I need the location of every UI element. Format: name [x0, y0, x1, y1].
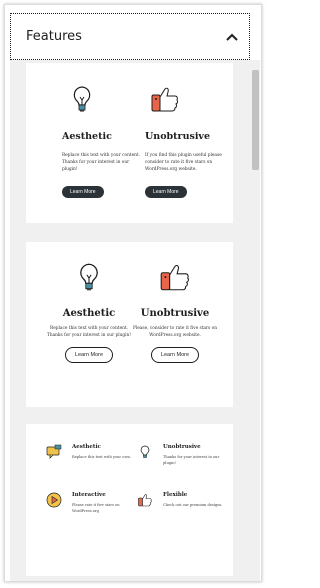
pattern-preview-features-3[interactable]: Aesthetic Replace this text with your ow… — [26, 424, 233, 576]
feature-item: Interactive Please rate it five stars on… — [46, 492, 131, 522]
scrollbar[interactable] — [250, 60, 260, 581]
thumbs-up-icon — [160, 265, 189, 291]
pattern-preview-features-1[interactable]: Aesthetic Replace this text with your co… — [26, 63, 233, 223]
feature-text: Check out our premium designs. — [163, 503, 223, 507]
learn-more-button[interactable]: Learn More — [150, 347, 200, 363]
feature-column: Unobtrusive Please, consider to rate it … — [130, 260, 220, 363]
feature-column: Aesthetic Replace this text with your co… — [44, 260, 134, 363]
lightbulb-icon — [140, 445, 150, 458]
feature-title: Flexible — [163, 492, 188, 498]
play-circle-icon — [46, 492, 62, 508]
features-panel-toggle[interactable]: Features — [10, 13, 250, 60]
lightbulb-icon — [80, 263, 98, 291]
pattern-preview-features-2[interactable]: Aesthetic Replace this text with your co… — [26, 242, 233, 407]
panel-title: Features — [26, 29, 82, 44]
feature-text: Replace this text with your content. Tha… — [46, 326, 132, 338]
feature-title: Unobtrusive — [140, 308, 210, 319]
feature-column: Unobtrusive If you find this plugin usef… — [145, 83, 227, 198]
scrollbar-thumb[interactable] — [252, 70, 259, 170]
feature-text: Please, consider to rate it five stars o… — [133, 326, 217, 338]
feature-text: Replace this text with your content. Tha… — [62, 153, 141, 172]
lightbulb-icon — [73, 86, 91, 112]
feature-title: Unobtrusive — [145, 131, 210, 142]
chevron-up-icon[interactable] — [225, 30, 239, 44]
chat-bubble-icon — [46, 444, 62, 459]
thumbs-up-icon — [138, 494, 152, 507]
feature-title: Aesthetic — [62, 131, 112, 142]
feature-column: Aesthetic Replace this text with your co… — [62, 83, 144, 198]
feature-text: Please rate it five stars on WordPress.o… — [72, 503, 120, 513]
feature-title: Aesthetic — [72, 444, 101, 450]
feature-text: If you find this plugin useful please co… — [145, 153, 222, 172]
feature-title: Interactive — [72, 492, 106, 498]
feature-text: Thanks for your interest in our plugin! — [163, 455, 220, 465]
learn-more-button[interactable]: Learn More — [145, 186, 187, 198]
feature-item: Unobtrusive Thanks for your interest in … — [137, 444, 222, 474]
learn-more-button[interactable]: Learn More — [62, 186, 104, 198]
feature-title: Unobtrusive — [163, 444, 201, 450]
feature-item: Aesthetic Replace this text with your ow… — [46, 444, 131, 474]
features-panel: Features Aesthetic Replace this text wit… — [4, 4, 262, 582]
learn-more-button[interactable]: Learn More — [64, 347, 114, 363]
feature-title: Aesthetic — [62, 308, 116, 319]
pattern-list[interactable]: Aesthetic Replace this text with your co… — [10, 60, 250, 581]
feature-item: Flexible Check out our premium designs. — [137, 492, 223, 522]
feature-text: Replace this text with your own. — [72, 455, 131, 459]
thumbs-up-icon — [151, 87, 179, 112]
